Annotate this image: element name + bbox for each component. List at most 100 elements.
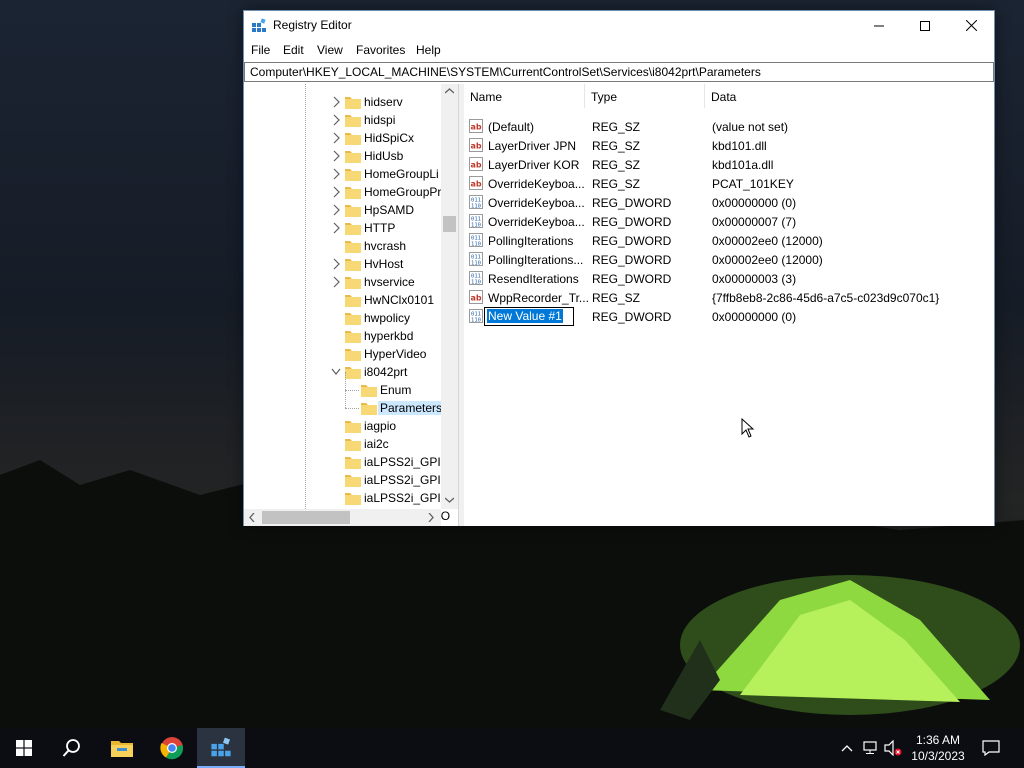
folder-icon bbox=[345, 331, 361, 343]
window-title: Registry Editor bbox=[273, 18, 352, 32]
start-button[interactable] bbox=[0, 728, 48, 768]
scroll-down-icon[interactable] bbox=[445, 497, 454, 503]
value-row[interactable]: 011 110 OverrideKeyboa... REG_DWORD 0x000000… bbox=[464, 193, 994, 212]
maximize-icon bbox=[920, 20, 930, 31]
chevron-right-icon[interactable] bbox=[331, 186, 341, 198]
chevron-right-icon[interactable] bbox=[331, 258, 341, 270]
tree-item-label: hidspi bbox=[364, 113, 396, 127]
menu-edit[interactable]: Edit bbox=[283, 43, 304, 57]
folder-icon bbox=[345, 151, 361, 163]
title-bar[interactable]: Registry Editor bbox=[244, 11, 994, 41]
value-row[interactable]: 011 110 ResendIterations REG_DWORD 0x0000000… bbox=[464, 269, 994, 288]
tree-item-label: hvservice bbox=[364, 275, 415, 289]
tree-item[interactable]: hvservice bbox=[244, 273, 441, 291]
taskbar: 1:36 AM 10/3/2023 bbox=[0, 728, 1024, 768]
chevron-right-icon[interactable] bbox=[331, 132, 341, 144]
folder-icon bbox=[345, 187, 361, 199]
menu-file[interactable]: File bbox=[251, 43, 270, 57]
value-row[interactable]: ab LayerDriver KOR REG_SZ kbd101a.dll bbox=[464, 155, 994, 174]
scroll-right-icon[interactable] bbox=[428, 513, 434, 522]
action-center-button[interactable] bbox=[982, 739, 1000, 757]
search-button[interactable] bbox=[48, 728, 96, 768]
chevron-right-icon[interactable] bbox=[331, 168, 341, 180]
tree-item[interactable]: Enum bbox=[244, 372, 441, 399]
column-header-data[interactable]: Data bbox=[705, 84, 994, 108]
file-explorer-icon bbox=[111, 741, 133, 757]
tree-horizontal-scrollbar[interactable] bbox=[244, 509, 441, 526]
tree-item[interactable]: i8042prt bbox=[244, 363, 441, 381]
folder-icon bbox=[345, 277, 361, 289]
tree-item[interactable]: hyperkbd bbox=[244, 327, 441, 345]
chevron-right-icon[interactable] bbox=[331, 222, 341, 234]
registry-editor-taskbar-button[interactable] bbox=[197, 728, 245, 768]
tree-item[interactable]: iagpio bbox=[244, 417, 441, 435]
tree-scroll-thumb[interactable] bbox=[443, 216, 456, 232]
show-hidden-icons-button[interactable] bbox=[838, 739, 856, 757]
mouse-cursor-icon bbox=[741, 418, 755, 438]
tree-item[interactable]: iaLPSS2i_GPIO bbox=[244, 453, 450, 471]
tree-item[interactable]: hidspi bbox=[244, 111, 441, 129]
file-explorer-button[interactable] bbox=[98, 728, 146, 768]
value-data: 0x00000003 (3) bbox=[712, 272, 797, 286]
tree-item[interactable]: hidserv bbox=[244, 93, 441, 111]
rename-value-input[interactable]: New Value #1 bbox=[484, 307, 574, 326]
close-button[interactable] bbox=[948, 11, 994, 40]
tree-hscroll-thumb[interactable] bbox=[262, 511, 350, 524]
tree-item[interactable]: iai2c bbox=[244, 435, 441, 453]
tree-item[interactable]: HidSpiCx bbox=[244, 129, 441, 147]
tree-item[interactable]: HpSAMD bbox=[244, 201, 441, 219]
value-type: REG_SZ bbox=[592, 120, 641, 134]
tree-item-label: HTTP bbox=[364, 221, 396, 235]
key-tree-pane[interactable]: hidserv hidspi HidSpiCx HidUsb HomeGroupLi Ho… bbox=[244, 84, 459, 526]
tree-item[interactable]: hwpolicy bbox=[244, 309, 441, 327]
value-row[interactable]: 011 110 New Value #1 REG_DWORD 0x00000000 (0… bbox=[464, 307, 994, 326]
chevron-right-icon[interactable] bbox=[331, 114, 341, 126]
menu-help[interactable]: Help bbox=[416, 43, 441, 57]
scroll-up-icon[interactable] bbox=[445, 88, 454, 94]
value-row[interactable]: 011 110 OverrideKeyboa... REG_DWORD 0x000000… bbox=[464, 212, 994, 231]
tree-item[interactable]: HomeGroupPr bbox=[244, 183, 441, 201]
tree-vertical-scrollbar[interactable] bbox=[441, 84, 458, 509]
maximize-button[interactable] bbox=[902, 11, 948, 40]
chevron-right-icon[interactable] bbox=[331, 276, 341, 288]
value-name: (Default) bbox=[488, 120, 535, 134]
minimize-button[interactable] bbox=[856, 11, 902, 40]
value-row[interactable]: ab OverrideKeyboa... REG_SZ PCAT_101KEY bbox=[464, 174, 994, 193]
tree-item[interactable]: HyperVideo bbox=[244, 345, 441, 363]
network-icon bbox=[863, 741, 877, 754]
chevron-down-icon[interactable] bbox=[331, 366, 341, 378]
tree-item[interactable]: iaLPSS2i_GPIO bbox=[244, 489, 450, 507]
tree-item[interactable]: hvcrash bbox=[244, 237, 441, 255]
chrome-button[interactable] bbox=[148, 728, 196, 768]
value-row[interactable]: ab WppRecorder_Tr... REG_SZ {7ffb8eb8-2c86-… bbox=[464, 288, 994, 307]
value-type: REG_SZ bbox=[592, 139, 641, 153]
tree-item-label: iaLPSS2i_GPIO bbox=[364, 491, 451, 505]
menu-view[interactable]: View bbox=[317, 43, 343, 57]
tree-item[interactable]: HidUsb bbox=[244, 147, 441, 165]
taskbar-clock[interactable]: 1:36 AM 10/3/2023 bbox=[900, 732, 976, 764]
address-bar[interactable]: Computer\HKEY_LOCAL_MACHINE\SYSTEM\Curre… bbox=[244, 62, 994, 82]
menu-favorites[interactable]: Favorites bbox=[356, 43, 405, 57]
tree-item[interactable]: iaLPSS2i_GPIO bbox=[244, 471, 450, 489]
chevron-right-icon[interactable] bbox=[331, 150, 341, 162]
value-name: OverrideKeyboa... bbox=[488, 215, 585, 229]
values-list-pane[interactable]: Name Type Data ab (Default) REG_SZ (value n… bbox=[464, 84, 994, 526]
value-row[interactable]: 011 110 PollingIterations... REG_DWORD 0x000… bbox=[464, 250, 994, 269]
network-status-button[interactable] bbox=[862, 739, 880, 757]
column-header-name[interactable]: Name bbox=[464, 84, 585, 108]
tree-item[interactable]: HwNClx0101 bbox=[244, 291, 441, 309]
tree-item[interactable]: HTTP bbox=[244, 219, 441, 237]
tree-item[interactable]: Parameters bbox=[244, 390, 445, 417]
binary-value-icon: 011110 bbox=[469, 233, 483, 247]
value-row[interactable]: 011 110 PollingIterations REG_DWORD 0x00002e… bbox=[464, 231, 994, 250]
value-row[interactable]: ab LayerDriver JPN REG_SZ kbd101.dll bbox=[464, 136, 994, 155]
svg-text:ab: ab bbox=[470, 294, 481, 303]
clock-date: 10/3/2023 bbox=[911, 749, 965, 763]
chevron-right-icon[interactable] bbox=[331, 96, 341, 108]
chevron-right-icon[interactable] bbox=[331, 204, 341, 216]
tree-item[interactable]: HvHost bbox=[244, 255, 441, 273]
scroll-left-icon[interactable] bbox=[249, 513, 255, 522]
tree-item[interactable]: HomeGroupLi bbox=[244, 165, 441, 183]
value-row[interactable]: ab (Default) REG_SZ (value not set) bbox=[464, 117, 994, 136]
column-header-type[interactable]: Type bbox=[585, 84, 705, 108]
